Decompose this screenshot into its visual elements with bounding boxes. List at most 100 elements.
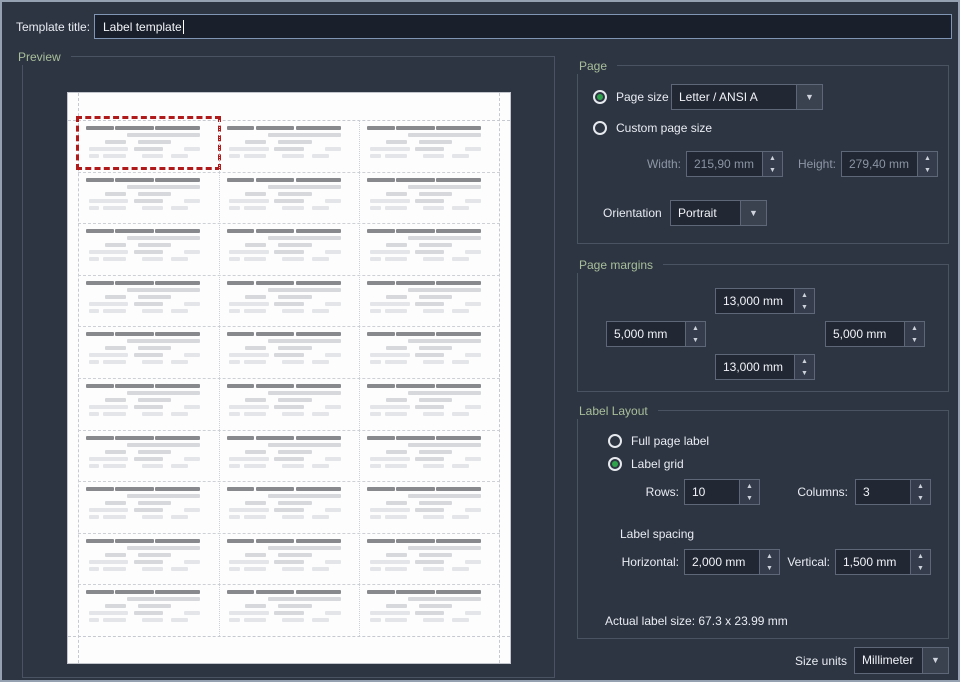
- spin-up-icon[interactable]: ▲: [911, 480, 930, 492]
- full-page-label-radio[interactable]: [608, 434, 622, 448]
- label-placeholder-lines: [78, 430, 219, 471]
- label-placeholder-lines: [78, 223, 219, 264]
- label-cell[interactable]: [78, 533, 219, 585]
- width-spinner[interactable]: 215,90 mm ▲ ▼: [686, 151, 783, 177]
- custom-page-size-radio-label: Custom page size: [616, 121, 713, 135]
- label-placeholder-lines: [78, 172, 219, 213]
- page-size-dropdown[interactable]: Letter / ANSI A ▼: [671, 84, 823, 110]
- label-placeholder-lines: [219, 584, 360, 625]
- label-placeholder-lines: [219, 223, 360, 264]
- label-cell[interactable]: [78, 430, 219, 482]
- label-cell[interactable]: [219, 481, 360, 533]
- spin-up-icon[interactable]: ▲: [760, 550, 779, 562]
- label-cell[interactable]: [219, 326, 360, 378]
- row-separator-guide: [78, 274, 500, 276]
- spin-up-icon[interactable]: ▲: [740, 480, 759, 492]
- label-cell[interactable]: [219, 223, 360, 275]
- label-placeholder-lines: [219, 120, 360, 161]
- spin-down-icon[interactable]: ▼: [686, 334, 705, 346]
- spin-down-icon[interactable]: ▼: [918, 164, 937, 176]
- bottom-margin-spinner[interactable]: 13,000 mm ▲ ▼: [715, 354, 815, 380]
- spin-up-icon[interactable]: ▲: [795, 289, 814, 301]
- label-grid-radio-row[interactable]: Label grid: [608, 455, 684, 473]
- label-cell[interactable]: [359, 326, 500, 378]
- size-units-dropdown[interactable]: Millimeter ▼: [854, 647, 949, 674]
- label-cell[interactable]: [359, 481, 500, 533]
- full-page-label-radio-row[interactable]: Full page label: [608, 432, 709, 450]
- page-size-radio-row[interactable]: Page size: [593, 84, 669, 110]
- top-margin-spinner[interactable]: 13,000 mm ▲ ▼: [715, 288, 815, 314]
- spin-up-icon[interactable]: ▲: [686, 322, 705, 334]
- label-cell[interactable]: [219, 172, 360, 224]
- label-cell[interactable]: [359, 584, 500, 636]
- label-template-dialog: Template title: Label template Preview P…: [0, 0, 960, 682]
- label-cell[interactable]: [359, 533, 500, 585]
- label-layout-group-title: Label Layout: [577, 403, 658, 419]
- rows-value: 10: [684, 479, 740, 505]
- vertical-spacing-spinner[interactable]: 1,500 mm ▲ ▼: [835, 549, 931, 575]
- label-cell[interactable]: [219, 378, 360, 430]
- spin-down-icon[interactable]: ▼: [740, 492, 759, 504]
- custom-page-size-radio-row[interactable]: Custom page size: [593, 119, 712, 137]
- label-cell[interactable]: [359, 172, 500, 224]
- right-margin-value: 5,000 mm: [825, 321, 905, 347]
- size-units-dropdown-button[interactable]: ▼: [923, 647, 949, 674]
- spin-up-icon[interactable]: ▲: [918, 152, 937, 164]
- text-cursor: [182, 19, 184, 34]
- label-cell[interactable]: [78, 584, 219, 636]
- label-grid-radio[interactable]: [608, 457, 622, 471]
- label-cell[interactable]: [219, 533, 360, 585]
- row-separator-guide: [78, 584, 500, 586]
- row-separator-guide: [78, 481, 500, 483]
- columns-value: 3: [855, 479, 911, 505]
- label-cell[interactable]: [359, 223, 500, 275]
- template-title-input[interactable]: Label template: [94, 14, 952, 39]
- label-cell[interactable]: [219, 275, 360, 327]
- label-placeholder-lines: [359, 275, 500, 316]
- template-title-label: Template title:: [16, 20, 91, 34]
- horizontal-spacing-spinner[interactable]: 2,000 mm ▲ ▼: [684, 549, 780, 575]
- chevron-down-icon: ▼: [931, 655, 940, 665]
- label-cell[interactable]: [78, 378, 219, 430]
- horizontal-label: Horizontal:: [621, 555, 679, 569]
- label-cell[interactable]: [219, 584, 360, 636]
- orientation-dropdown[interactable]: Portrait ▼: [670, 200, 767, 226]
- spin-down-icon[interactable]: ▼: [795, 301, 814, 313]
- page-size-dropdown-button[interactable]: ▼: [797, 84, 823, 110]
- label-cell[interactable]: [359, 275, 500, 327]
- spin-up-icon[interactable]: ▲: [763, 152, 782, 164]
- custom-page-size-radio[interactable]: [593, 121, 607, 135]
- column-separator-guide: [218, 120, 220, 636]
- columns-spinner[interactable]: 3 ▲ ▼: [855, 479, 931, 505]
- spin-down-icon[interactable]: ▼: [763, 164, 782, 176]
- label-placeholder-lines: [219, 430, 360, 471]
- spin-down-icon[interactable]: ▼: [911, 492, 930, 504]
- right-margin-spinner[interactable]: 5,000 mm ▲ ▼: [825, 321, 925, 347]
- spin-up-icon[interactable]: ▲: [905, 322, 924, 334]
- height-spinner[interactable]: 279,40 mm ▲ ▼: [841, 151, 938, 177]
- orientation-dropdown-button[interactable]: ▼: [741, 200, 767, 226]
- label-cell[interactable]: [78, 326, 219, 378]
- label-cell[interactable]: [78, 481, 219, 533]
- rows-spinner[interactable]: 10 ▲ ▼: [684, 479, 760, 505]
- label-cell[interactable]: [359, 430, 500, 482]
- spin-down-icon[interactable]: ▼: [760, 562, 779, 574]
- spin-up-icon[interactable]: ▲: [795, 355, 814, 367]
- page-size-radio[interactable]: [593, 90, 607, 104]
- label-cell[interactable]: [76, 116, 221, 172]
- label-cell[interactable]: [78, 172, 219, 224]
- label-cell[interactable]: [359, 378, 500, 430]
- label-cell[interactable]: [219, 120, 360, 172]
- spin-down-icon[interactable]: ▼: [795, 367, 814, 379]
- left-margin-spinner[interactable]: 5,000 mm ▲ ▼: [606, 321, 706, 347]
- spin-down-icon[interactable]: ▼: [905, 334, 924, 346]
- size-units-value: Millimeter: [854, 647, 923, 674]
- label-cell[interactable]: [359, 120, 500, 172]
- label-cell[interactable]: [78, 223, 219, 275]
- label-cell[interactable]: [78, 275, 219, 327]
- rows-label: Rows:: [645, 485, 679, 499]
- label-cell[interactable]: [219, 430, 360, 482]
- label-placeholder-lines: [359, 172, 500, 213]
- spin-down-icon[interactable]: ▼: [911, 562, 930, 574]
- spin-up-icon[interactable]: ▲: [911, 550, 930, 562]
